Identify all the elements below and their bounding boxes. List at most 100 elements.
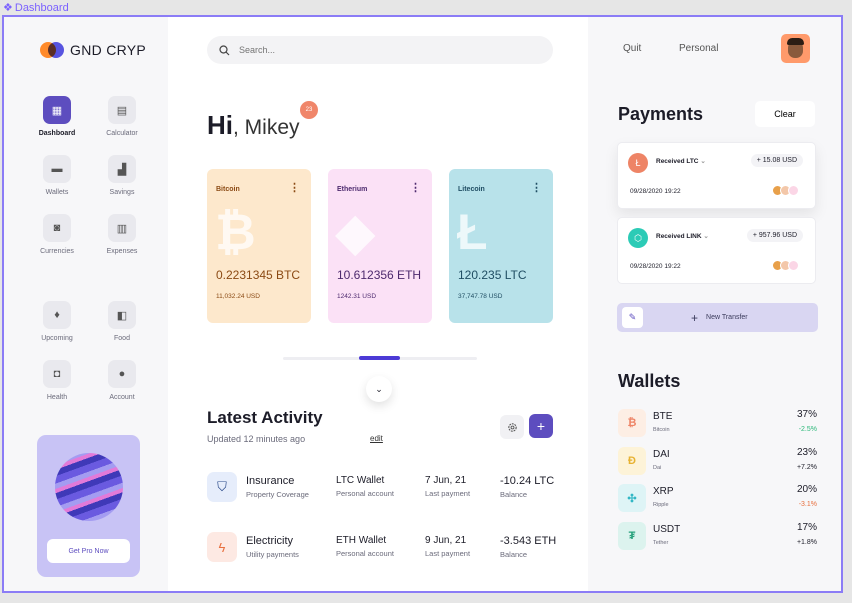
calculator-icon: ▤ bbox=[108, 96, 136, 124]
chainlink-icon: ⬡ bbox=[628, 228, 648, 248]
activity-amount: -10.24 LTC Balance bbox=[500, 475, 554, 499]
search-input[interactable] bbox=[239, 45, 539, 55]
wallet-percent: 17% bbox=[796, 522, 817, 533]
coin-name: Litecoin bbox=[458, 186, 485, 193]
ripple-icon: ✣ bbox=[618, 484, 646, 512]
activity-amount-value: -10.24 LTC bbox=[500, 475, 555, 487]
more-options-icon[interactable]: ⋮ bbox=[531, 183, 542, 194]
activity-amount_sub-value: Balance bbox=[500, 550, 528, 559]
activity-wallet: LTC Wallet Personal account bbox=[336, 475, 394, 498]
wallet-name: USDT bbox=[653, 524, 681, 535]
plus-icon: + bbox=[691, 310, 699, 325]
personal-link[interactable]: Personal bbox=[679, 43, 718, 54]
search-icon bbox=[219, 44, 230, 55]
wallet-change: -3.1% bbox=[798, 501, 817, 508]
frame-label: ❖ Dashboard bbox=[3, 1, 69, 15]
new-transfer-label: New Transfer bbox=[706, 314, 748, 321]
activity-sub-value: Property Coverage bbox=[246, 490, 309, 499]
activity-wallet-value: LTC Wallet bbox=[336, 475, 385, 486]
avatar[interactable] bbox=[781, 34, 810, 63]
sidebar-item-currencies[interactable]: ◙ Currencies bbox=[27, 214, 87, 255]
sidebar-item-label: Dashboard bbox=[38, 130, 76, 137]
account-icon: ● bbox=[108, 360, 136, 388]
promo-sphere-illustration bbox=[55, 453, 123, 521]
activity-amount: -3.543 ETH Balance bbox=[500, 535, 556, 559]
main-content: Hi, Mikey 23 Bitcoin ⋮ ₿ 0.2231345 BTC 11,03… bbox=[168, 17, 588, 591]
activity-date: 7 Jun, 21 Last payment bbox=[425, 475, 470, 498]
activity-wallet: ETH Wallet Personal account bbox=[336, 535, 394, 558]
sidebar-item-dashboard[interactable]: ▦ Dashboard bbox=[27, 96, 87, 137]
litecoin-icon: Ł bbox=[457, 204, 488, 260]
activity-date_sub-value: Last payment bbox=[425, 549, 471, 558]
tether-icon: ₮ bbox=[618, 522, 646, 550]
sidebar-item-account[interactable]: ● Account bbox=[92, 360, 152, 401]
coin-card-litecoin[interactable]: Litecoin ⋮ Ł 120.235 LTC 37,747.78 USD bbox=[449, 169, 553, 323]
activity-title: Electricity Utility payments bbox=[246, 535, 299, 559]
sidebar-item-savings[interactable]: ▟ Savings bbox=[92, 155, 152, 196]
payment-card[interactable]: ⬡ Received LINK ⌄ + 957.96 USD 09/28/2020 1… bbox=[617, 217, 816, 284]
wallet-row-bte[interactable]: ₿ BTE Bitcoin 37% -2.5% bbox=[618, 409, 818, 439]
payment-date: 09/28/2020 19:22 bbox=[630, 188, 681, 195]
brand-logo-icon bbox=[40, 42, 64, 58]
dai-icon: Đ bbox=[618, 447, 646, 475]
chevron-down-icon[interactable]: ⌄ bbox=[366, 376, 392, 402]
chevron-down-icon[interactable]: ⌄ bbox=[702, 233, 708, 240]
sidebar-item-upcoming[interactable]: ♦ Upcoming bbox=[27, 301, 87, 342]
sidebar-item-calculator[interactable]: ▤ Calculator bbox=[92, 96, 152, 137]
plus-icon: + bbox=[536, 418, 546, 434]
clear-button[interactable]: Clear bbox=[755, 101, 815, 127]
participant-avatar bbox=[788, 260, 799, 271]
coin-amount: 0.2231345 BTC bbox=[216, 268, 301, 282]
activity-row[interactable]: ϟ Electricity Utility payments ETH Wallet Pe… bbox=[207, 532, 567, 564]
activity-date-value: 9 Jun, 21 bbox=[425, 535, 467, 546]
activity-row[interactable]: ⛉ Insurance Property Coverage LTC Wallet Per… bbox=[207, 472, 567, 504]
edit-link[interactable]: edit bbox=[370, 434, 383, 443]
wallet-row-xrp[interactable]: ✣ XRP Ripple 20% -3.1% bbox=[618, 484, 818, 514]
brand-logo[interactable]: GND CRYP bbox=[40, 42, 146, 58]
sidebar-item-label: Account bbox=[109, 394, 135, 401]
payments-title: Payments bbox=[618, 104, 704, 124]
wallet-row-dai[interactable]: Đ DAI Dai 23% +7.2% bbox=[618, 447, 818, 477]
more-options-icon[interactable]: ⋮ bbox=[410, 183, 421, 194]
quit-link[interactable]: Quit bbox=[623, 43, 641, 54]
coin-name: Bitcoin bbox=[216, 186, 240, 193]
sidebar-item-food[interactable]: ◧ Food bbox=[92, 301, 152, 342]
chevron-down-icon[interactable]: ⌄ bbox=[699, 158, 705, 165]
payment-card[interactable]: Ł Received LTC ⌄ + 15.08 USD 09/28/2020 19:… bbox=[617, 142, 816, 209]
settings-button[interactable] bbox=[500, 415, 524, 439]
payment-date: 09/28/2020 19:22 bbox=[630, 263, 681, 270]
search-bar bbox=[207, 36, 553, 64]
payment-amount: + 15.08 USD bbox=[750, 154, 803, 167]
wallet-percent: 20% bbox=[796, 484, 817, 495]
bitcoin-icon: ₿ bbox=[618, 409, 646, 437]
wallet-row-usdt[interactable]: ₮ USDT Tether 17% +1.8% bbox=[618, 522, 818, 552]
notification-badge[interactable]: 23 bbox=[300, 101, 318, 119]
component-icon: ❖ bbox=[3, 2, 13, 14]
wallet-subtitle: Bitcoin bbox=[653, 427, 670, 433]
coin-card-bitcoin[interactable]: Bitcoin ⋮ ₿ 0.2231345 BTC 11,032.24 USD bbox=[207, 169, 311, 323]
sidebar-item-health[interactable]: ◘ Health bbox=[27, 360, 87, 401]
health-icon: ◘ bbox=[43, 360, 71, 388]
sidebar-item-expenses[interactable]: ▥ Expenses bbox=[92, 214, 152, 255]
coin-usd-value: 37,747.78 USD bbox=[458, 293, 503, 300]
add-activity-button[interactable]: + bbox=[529, 414, 553, 438]
bitcoin-icon: ₿ bbox=[215, 204, 256, 260]
get-pro-button[interactable]: Get Pro Now bbox=[47, 539, 130, 563]
wallets-title: Wallets bbox=[618, 371, 681, 391]
new-transfer-button[interactable]: ✎ + New Transfer bbox=[617, 303, 818, 332]
coin-usd-value: 1242.31 USD bbox=[337, 293, 377, 300]
coin-card-etherium[interactable]: Etherium ⋮ ◆ 10.612356 ETH 1242.31 USD bbox=[328, 169, 432, 323]
wallet-name: DAI bbox=[653, 449, 670, 460]
litecoin-icon: Ł bbox=[628, 153, 648, 173]
sidebar-item-label: Calculator bbox=[106, 130, 138, 137]
carousel-pager[interactable] bbox=[283, 356, 477, 360]
ethereum-icon: ◆ bbox=[336, 204, 375, 260]
greeting: Hi, Mikey bbox=[207, 110, 300, 141]
sidebar-item-wallets[interactable]: ▬ Wallets bbox=[27, 155, 87, 196]
payment-amount: + 957.96 USD bbox=[746, 229, 803, 242]
more-options-icon[interactable]: ⋮ bbox=[289, 183, 300, 194]
gear-icon bbox=[507, 422, 517, 432]
coin-name: Etherium bbox=[337, 186, 368, 193]
brand-name: GND CRYP bbox=[70, 42, 147, 58]
payment-label: Received LINK ⌄ bbox=[656, 232, 709, 240]
